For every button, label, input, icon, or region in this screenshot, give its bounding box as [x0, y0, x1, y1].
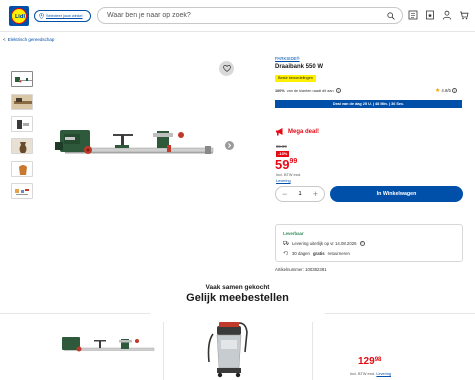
availability-status: Leverbaar [283, 231, 304, 236]
brand-link[interactable]: PARKSIDE® [275, 56, 300, 61]
thumbnail-3[interactable] [11, 116, 33, 132]
thumbnail-detail-image [17, 120, 29, 129]
vat-note: Incl. BTW excl. [276, 173, 302, 177]
logo-circle: Lidl [11, 8, 27, 24]
recommended-product-lathe-image[interactable] [58, 330, 158, 360]
star-icon: ★ [435, 88, 441, 94]
card-divider-1 [163, 322, 164, 380]
recommended-vat-note: Incl. BTW excl. Levering [350, 372, 391, 376]
mega-deal-label: Mega deal! [275, 127, 319, 136]
frequently-bought-subtitle: Vaak samen gekocht [205, 284, 270, 291]
rating-value: 4.8/5 [441, 88, 451, 93]
delivery-info-icon[interactable]: i [359, 240, 365, 246]
recommend-percent: 100% [275, 88, 285, 93]
search-input[interactable] [107, 12, 377, 19]
thumbnail-4[interactable] [11, 138, 33, 154]
next-image-button[interactable] [225, 141, 234, 150]
thumbnail-vase-image [12, 139, 32, 153]
delivery-cost-link[interactable]: Levering [276, 179, 291, 183]
rating-info-icon[interactable]: i [451, 88, 457, 93]
thumbnail-1[interactable] [11, 71, 33, 87]
quantity-input[interactable] [293, 191, 307, 197]
header-icons [408, 10, 469, 20]
product-title: Draaibank 550 W [275, 64, 324, 70]
thumbnail-2[interactable] [11, 94, 33, 110]
favorites-list-icon[interactable] [425, 10, 435, 20]
search-icon[interactable] [387, 12, 395, 20]
thumbnail-bowl-image [12, 162, 32, 176]
quantity-stepper[interactable]: − + [275, 186, 325, 202]
mega-deal-text: Mega deal! [288, 128, 320, 135]
price-integer: 59 [275, 157, 290, 172]
return-days: 30 dagen [292, 250, 310, 256]
breadcrumb-back-icon: < [3, 37, 6, 42]
leaflet-icon[interactable] [408, 10, 418, 20]
thumbnail-6[interactable] [11, 183, 33, 199]
add-to-favorites-button[interactable] [219, 61, 234, 76]
select-store-button[interactable]: Selecteer jouw winkel [34, 10, 91, 22]
recommend-label: van de klanten raadt dit aan [286, 88, 334, 93]
megaphone-icon [276, 128, 283, 136]
rating[interactable]: ★ 4.8/5 i [435, 87, 457, 94]
card-divider-2 [312, 322, 313, 380]
decrease-quantity-button[interactable]: − [282, 189, 287, 199]
thumbnail-lathe-image [15, 77, 32, 83]
chevron-right-icon [228, 143, 232, 148]
truck-icon [283, 240, 289, 246]
site-header: Lidl Selecteer jouw winkel [0, 0, 475, 32]
deal-of-the-day-bar: Deal van de dag 25 U. | 48 Min. | 36 Sec… [275, 100, 462, 108]
section-divider-right [325, 313, 475, 314]
recommended-product-price: 12998 [358, 356, 381, 367]
frequently-bought-title: Gelijk meebestellen [186, 292, 289, 304]
return-free: gratis [312, 250, 325, 256]
main-product-image [55, 130, 214, 154]
rec-vat-text: Incl. BTW excl. [350, 372, 376, 376]
current-price: 5999 [275, 157, 297, 172]
rec-price-decimal: 98 [374, 357, 382, 363]
info-icon[interactable]: i [335, 88, 341, 93]
thumbnail-usage-image [12, 95, 32, 109]
old-price: 69.99 [276, 144, 287, 149]
recommended-product-vacuum-image[interactable] [205, 312, 250, 380]
location-pin-icon [39, 13, 44, 19]
heart-icon [222, 65, 231, 72]
shopping-cart-icon[interactable] [459, 10, 469, 20]
price-decimal: 99 [289, 158, 298, 165]
increase-quantity-button[interactable]: + [313, 189, 318, 199]
return-icon [283, 251, 288, 256]
section-divider-left [0, 313, 150, 314]
store-label: Selecteer jouw winkel [46, 14, 83, 18]
logo-text: Lidl [14, 14, 26, 20]
search-box[interactable] [97, 7, 403, 24]
best-rated-badge: Beste beoordelingen [275, 75, 316, 82]
breadcrumb-link[interactable]: Elektrisch gereedschap [8, 37, 55, 42]
rec-delivery-link[interactable]: Levering [376, 372, 391, 376]
delivery-date-line: Levering uiterlijk op vr 14.08.2026 i [283, 240, 365, 246]
return-policy-line: 30 dagen gratis retourneren [283, 250, 350, 256]
add-to-cart-button[interactable]: In Winkelwagen [330, 186, 463, 202]
user-account-icon[interactable] [442, 10, 452, 20]
lidl-logo[interactable]: Lidl [9, 6, 29, 26]
thumbnail-accessories-image [15, 189, 29, 195]
rec-price-integer: 129 [358, 356, 375, 367]
delivery-date-text: Levering uiterlijk op vr 14.08.2026 [292, 240, 357, 246]
delivery-info-box: Leverbaar Levering uiterlijk op vr 14.08… [275, 224, 463, 262]
thumbnail-5[interactable] [11, 161, 33, 177]
return-label: retourneren [327, 250, 350, 256]
article-number: Artikelnummer: 100382381 [275, 267, 327, 272]
breadcrumb[interactable]: < Elektrisch gereedschap [3, 37, 54, 42]
recommendation-text: 100% van de klanten raadt dit aan i [275, 88, 341, 93]
